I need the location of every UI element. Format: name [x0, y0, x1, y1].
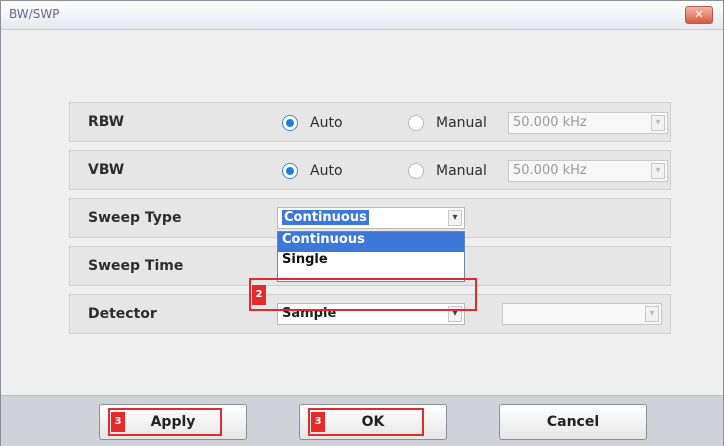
dropdown-option-single[interactable]: Single	[278, 252, 464, 272]
step-badge-ok: 3	[311, 412, 325, 432]
rbw-value-combo: 50.000 kHz ▾	[508, 112, 668, 134]
vbw-row: VBW Auto Manual 50.000 kHz ▾	[69, 150, 671, 190]
vbw-manual-label: Manual	[436, 163, 487, 179]
rbw-auto-radio[interactable]	[282, 115, 298, 131]
sweep-type-value: Continuous	[282, 210, 369, 225]
sweep-type-select[interactable]: Continuous ▾	[277, 207, 465, 229]
rbw-manual-radio[interactable]	[408, 115, 424, 131]
step-badge-apply: 3	[111, 412, 125, 432]
vbw-value: 50.000 kHz	[513, 163, 587, 178]
vbw-manual-radio[interactable]	[408, 163, 424, 179]
title-bar: BW/SWP ✕	[1, 1, 723, 30]
dropdown-option-continuous[interactable]: Continuous	[278, 232, 464, 252]
rbw-auto-label: Auto	[310, 115, 343, 131]
sweep-type-dropdown-list: Continuous Single	[277, 231, 465, 282]
rbw-value: 50.000 kHz	[513, 115, 587, 130]
chevron-down-icon[interactable]: ▾	[448, 210, 462, 226]
window-title: BW/SWP	[9, 7, 60, 21]
chevron-down-icon: ▾	[645, 306, 659, 322]
single-option-highlight	[249, 278, 477, 311]
vbw-auto-label: Auto	[310, 163, 343, 179]
cancel-button-label: Cancel	[546, 414, 600, 430]
rbw-manual-label: Manual	[436, 115, 487, 131]
rbw-row: RBW Auto Manual 50.000 kHz ▾	[69, 102, 671, 142]
rbw-label: RBW	[88, 114, 125, 130]
detector-label: Detector	[88, 306, 157, 322]
settings-panel: RBW Auto Manual 50.000 kHz ▾ VBW Auto Ma…	[1, 30, 723, 395]
detector-secondary-combo: ▾	[502, 303, 662, 325]
step-badge-single: 2	[252, 285, 266, 305]
close-icon[interactable]: ✕	[685, 6, 713, 24]
vbw-value-combo: 50.000 kHz ▾	[508, 160, 668, 182]
sweep-type-label: Sweep Type	[88, 210, 182, 226]
vbw-auto-radio[interactable]	[282, 163, 298, 179]
vbw-label: VBW	[88, 162, 125, 178]
sweep-time-label: Sweep Time	[88, 258, 184, 274]
chevron-down-icon: ▾	[651, 163, 665, 179]
cancel-button[interactable]: Cancel	[499, 404, 647, 440]
bw-swp-dialog: BW/SWP ✕ RBW Auto Manual 50.000 kHz ▾ VB…	[0, 0, 724, 446]
chevron-down-icon: ▾	[651, 115, 665, 131]
